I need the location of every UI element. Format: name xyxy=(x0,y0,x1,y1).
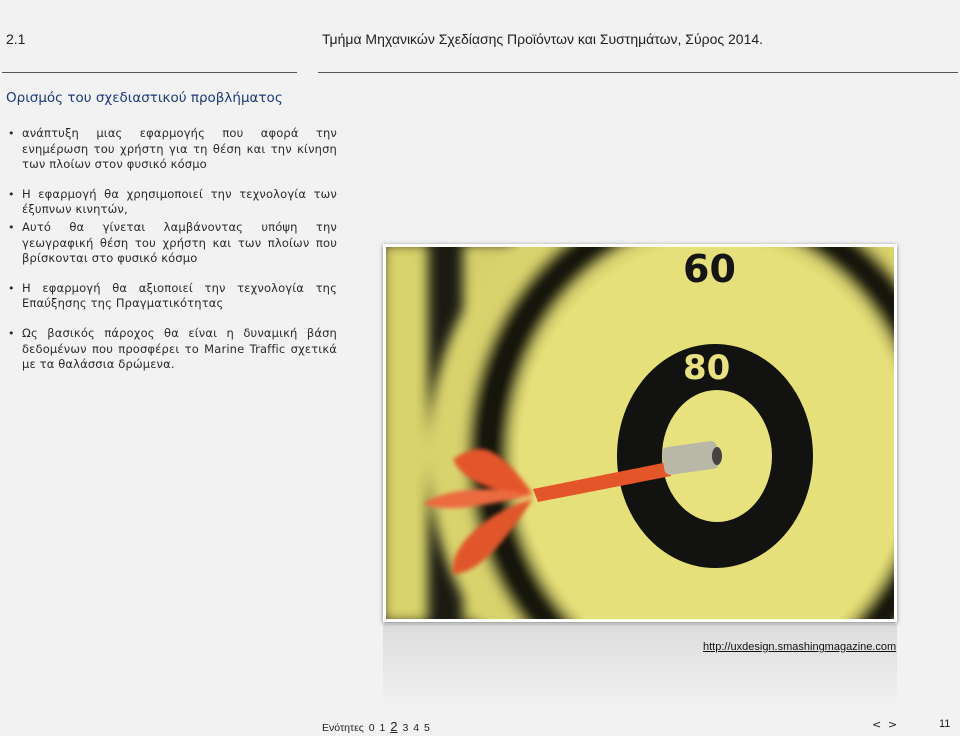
section-link-5[interactable]: 5 xyxy=(424,722,430,734)
section-navigation: Ενότητες 0 1 2 3 4 5 xyxy=(322,719,432,734)
image-source-link[interactable]: http://uxdesign.smashingmagazine.com xyxy=(703,641,896,653)
header-rule-right xyxy=(318,72,958,73)
dartboard-photo: 60 80 xyxy=(383,244,897,622)
sections-label: Ενότητες xyxy=(322,722,364,734)
bullet-icon: • xyxy=(8,281,15,295)
next-page-button[interactable]: > xyxy=(888,718,897,731)
bullet-icon: • xyxy=(8,326,15,340)
label-80: 80 xyxy=(683,348,730,388)
bullet-item: • Αυτό θα γίνεται λαμβάνοντας υπόψη την γ… xyxy=(8,219,337,266)
bullet-item: • Ως βασικός πάροχος θα είναι η δυναμική … xyxy=(8,325,337,372)
section-link-2-current[interactable]: 2 xyxy=(390,719,397,734)
label-60: 60 xyxy=(683,247,736,291)
bullet-icon: • xyxy=(8,127,15,140)
chapter-number: 2.1 xyxy=(6,31,26,47)
section-heading: Ορισμός του σχεδιαστικού προβλήματος xyxy=(6,90,283,106)
section-link-3[interactable]: 3 xyxy=(402,722,408,734)
page-number: 11 xyxy=(939,718,951,730)
section-link-4[interactable]: 4 xyxy=(413,722,419,734)
prev-page-button[interactable]: < xyxy=(872,718,881,731)
photo-reflection xyxy=(383,624,897,710)
bullet-item: • Η εφαρμογή θα αξιοποιεί την τεχνολογία … xyxy=(8,280,337,311)
section-link-1[interactable]: 1 xyxy=(380,722,386,734)
bullet-icon: • xyxy=(8,187,15,201)
header-title: Τμήμα Μηχανικών Σχεδίασης Προϊόντων και … xyxy=(322,31,764,47)
section-link-0[interactable]: 0 xyxy=(369,722,375,734)
bullet-item: • Η εφαρμογή θα χρησιμοποιεί την τεχνολογ… xyxy=(8,186,337,217)
bullet-item: • ανάπτυξη μιας εφαρμογής που αφορά την ε… xyxy=(8,126,337,172)
bullet-list: • ανάπτυξη μιας εφαρμογής που αφορά την ε… xyxy=(6,126,337,373)
dartboard-image: 60 80 xyxy=(386,247,894,619)
bullet-icon: • xyxy=(8,220,15,234)
header-rule-left xyxy=(2,72,297,73)
